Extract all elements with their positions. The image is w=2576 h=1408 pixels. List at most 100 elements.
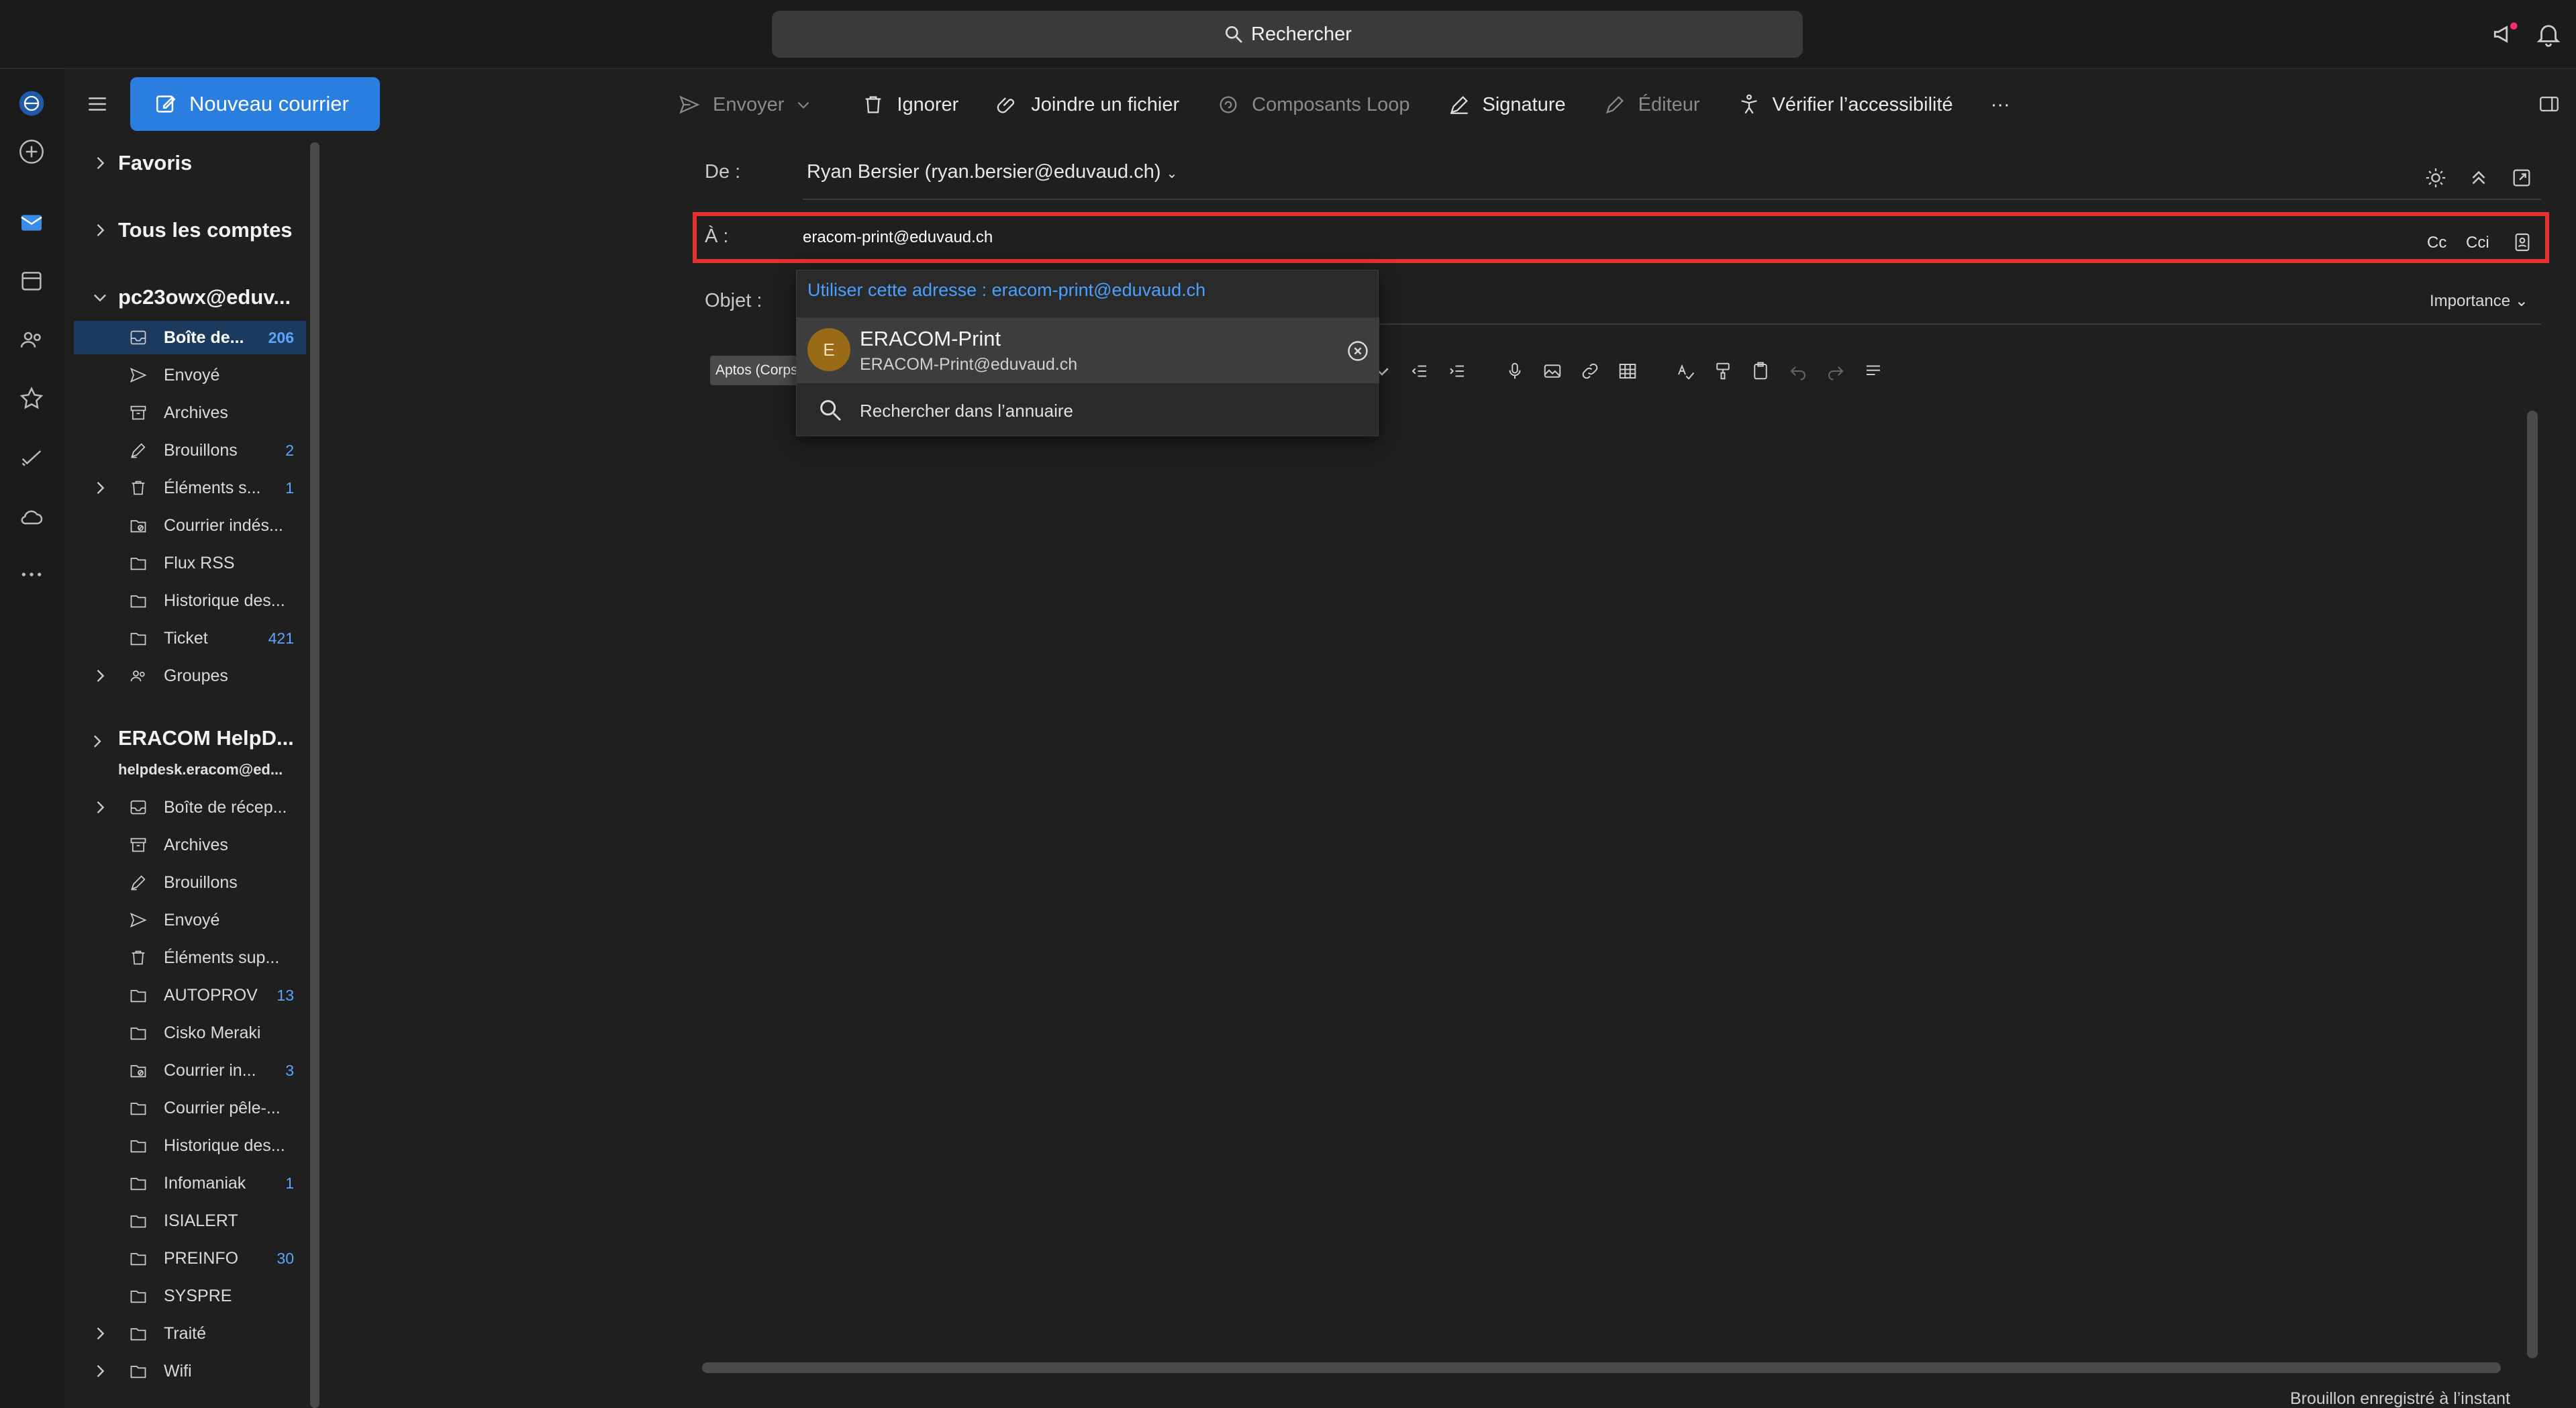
loop-components-button[interactable]: Composants Loop	[1217, 93, 1410, 116]
folder-item[interactable]: Envoyé	[74, 358, 306, 392]
account-2-header[interactable]: ERACOM HelpD...	[74, 721, 306, 755]
folder-item[interactable]: Archives	[74, 396, 306, 430]
chevron-right-icon[interactable]	[90, 1323, 110, 1344]
folder-item[interactable]: AUTOPROV 13	[74, 978, 306, 1012]
folder-item[interactable]: Archives	[74, 828, 306, 862]
from-field[interactable]: Ryan Bersier (ryan.bersier@eduvaud.ch) ⌄	[807, 161, 1177, 183]
more-options-button[interactable]: ···	[1991, 94, 2010, 116]
folder-item[interactable]: Boîte de récep...	[74, 791, 306, 824]
new-mail-button[interactable]: Nouveau courrier	[130, 77, 380, 131]
undo-icon[interactable]	[1785, 358, 1811, 384]
popout-icon[interactable]	[2510, 166, 2533, 189]
account-email: helpdesk.eracom@ed...	[118, 761, 283, 778]
bell-icon[interactable]	[2534, 20, 2563, 48]
font-name-select[interactable]: Aptos (Corps)	[710, 356, 797, 385]
chevron-right-icon[interactable]	[90, 478, 110, 498]
brightness-icon[interactable]	[2424, 166, 2447, 189]
table-icon[interactable]	[1615, 358, 1640, 384]
folder-item[interactable]: Traité	[74, 1317, 306, 1350]
redo-icon[interactable]	[1823, 358, 1848, 384]
remove-suggestion-icon[interactable]	[1346, 339, 1370, 363]
folder-item[interactable]: Cisko Meraki	[74, 1016, 306, 1050]
folder-item[interactable]: Wifi	[74, 1354, 306, 1388]
attach-button[interactable]: Joindre un fichier	[996, 93, 1179, 116]
tasks-icon[interactable]	[16, 442, 47, 473]
contact-book-icon[interactable]	[2512, 231, 2533, 254]
folder-item[interactable]: Éléments s... 1	[74, 471, 306, 505]
body-scrollbar[interactable]	[2527, 411, 2538, 1358]
accessibility-icon	[1740, 94, 1757, 114]
folder-item[interactable]: Flux RSS	[74, 546, 306, 580]
horizontal-scrollbar[interactable]	[702, 1362, 2501, 1373]
folder-item[interactable]: Éléments sup...	[74, 941, 306, 974]
folder-item[interactable]: Brouillons 2	[74, 434, 306, 467]
image-icon[interactable]	[1540, 358, 1565, 384]
chevron-right-icon[interactable]	[90, 797, 110, 817]
editor-button[interactable]: Éditeur	[1603, 93, 1700, 116]
folder-item[interactable]: Historique des...	[74, 1129, 306, 1162]
cloud-icon[interactable]	[16, 501, 47, 532]
chevron-right-icon[interactable]	[90, 666, 110, 686]
add-account-icon[interactable]	[16, 136, 47, 167]
star-icon[interactable]	[16, 383, 47, 414]
account-1-header[interactable]: pc23owx@eduv...	[74, 281, 306, 314]
group-icon	[128, 665, 149, 687]
accessibility-button[interactable]: Vérifier l’accessibilité	[1738, 93, 1953, 116]
outdent-icon[interactable]	[1407, 358, 1432, 384]
more-format-icon[interactable]	[1861, 358, 1886, 384]
folder-favorites[interactable]: Favoris	[74, 146, 306, 180]
folder-label: SYSPRE	[164, 1286, 232, 1305]
folder-item[interactable]: Envoyé	[74, 903, 306, 937]
globe-icon[interactable]	[16, 88, 47, 119]
search-box[interactable]: Rechercher	[772, 11, 1803, 58]
spellcheck-icon[interactable]	[1673, 358, 1698, 384]
loop-label: Composants Loop	[1252, 93, 1410, 115]
format-painter-icon[interactable]	[1710, 358, 1736, 384]
ignore-button[interactable]: Ignorer	[862, 93, 958, 116]
hamburger-icon[interactable]	[85, 93, 110, 115]
cc-button[interactable]: Cc	[2427, 234, 2446, 252]
use-address-option[interactable]: Utiliser cette adresse : eracom-print@ed…	[807, 280, 1205, 301]
folder-label: Boîte de récep...	[164, 797, 287, 817]
folder-item[interactable]: SYSPRE	[74, 1279, 306, 1313]
folder-item[interactable]: Historique des...	[74, 584, 306, 617]
people-icon[interactable]	[16, 324, 47, 355]
folder-label: Envoyé	[164, 365, 220, 385]
collapse-icon[interactable]	[2467, 166, 2490, 189]
folder-icon	[128, 1210, 149, 1231]
chevron-right-icon[interactable]	[90, 1361, 110, 1381]
calendar-icon[interactable]	[16, 265, 47, 296]
bcc-button[interactable]: Cci	[2466, 234, 2489, 252]
link-icon[interactable]	[1577, 358, 1603, 384]
folder-item[interactable]: Infomaniak 1	[74, 1166, 306, 1200]
importance-dropdown[interactable]: Importance ⌄	[2430, 291, 2528, 311]
signature-button[interactable]: Signature	[1448, 93, 1566, 116]
folder-item[interactable]: Courrier indés...	[74, 509, 306, 542]
folder-icon	[128, 1285, 149, 1307]
folder-item[interactable]: ISIALERT	[74, 1204, 306, 1238]
indent-icon[interactable]	[1444, 358, 1470, 384]
chevron-down-icon[interactable]	[795, 96, 812, 113]
more-apps-icon[interactable]	[16, 559, 47, 590]
send-button[interactable]: Envoyer	[678, 93, 824, 116]
directory-search-option[interactable]: Rechercher dans l’annuaire	[860, 401, 1073, 421]
to-label: À :	[705, 225, 729, 247]
folder-all-accounts[interactable]: Tous les comptes	[74, 213, 306, 247]
to-input[interactable]: eracom-print@eduvaud.ch	[803, 228, 993, 247]
folder-scrollbar[interactable]	[310, 142, 319, 1408]
folder-item[interactable]: PREINFO 30	[74, 1242, 306, 1275]
microphone-icon[interactable]	[1502, 358, 1528, 384]
folder-item[interactable]: Ticket 421	[74, 621, 306, 655]
folder-item[interactable]: Groupes	[74, 659, 306, 693]
folder-item[interactable]: Courrier in... 3	[74, 1054, 306, 1087]
contact-suggestion[interactable]: E ERACOM-Print ERACOM-Print@eduvaud.ch	[797, 317, 1379, 383]
folder-item[interactable]: Courrier pêle-...	[74, 1091, 306, 1125]
mail-icon[interactable]	[16, 207, 47, 238]
folder-item[interactable]: Boîte de... 206	[74, 321, 306, 354]
folder-item[interactable]: Brouillons	[74, 866, 306, 899]
megaphone-icon[interactable]	[2491, 20, 2520, 48]
paste-icon[interactable]	[1748, 358, 1773, 384]
unread-count: 1	[285, 1174, 294, 1192]
loop-icon	[1220, 96, 1237, 113]
sidebar-toggle-icon[interactable]	[2537, 93, 2561, 115]
